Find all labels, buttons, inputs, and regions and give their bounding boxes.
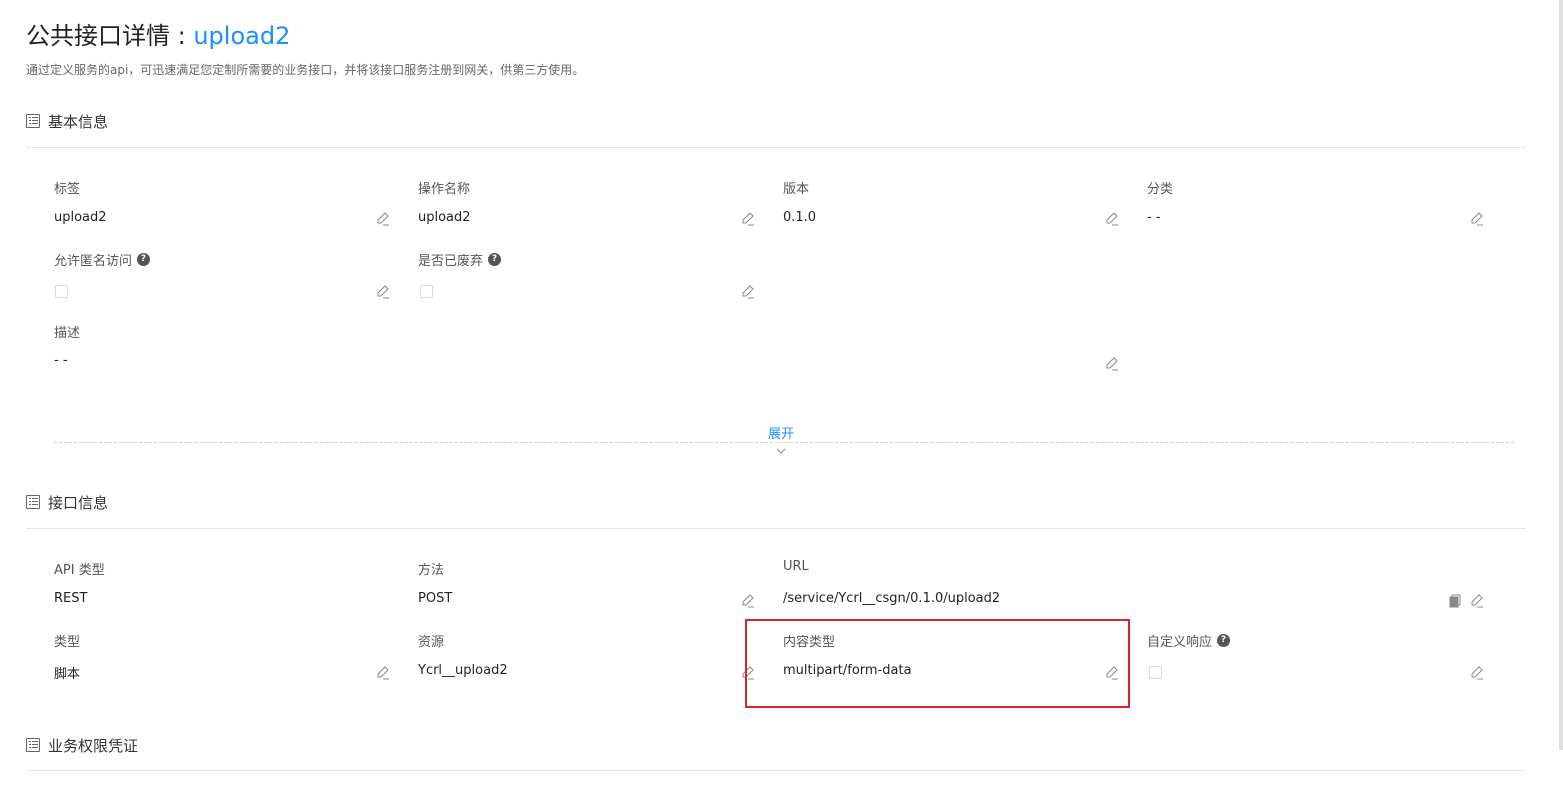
page-title-prefix: 公共接口详情 : xyxy=(26,22,194,50)
field-label-resource: 资源 xyxy=(418,635,445,650)
field-label-deprecated-text: 是否已废弃 xyxy=(418,254,484,269)
field-value-method: POST xyxy=(418,591,453,606)
question-circle-icon[interactable]: ? xyxy=(1217,634,1231,647)
divider xyxy=(26,770,1526,771)
field-label-url: URL xyxy=(783,559,809,574)
copy-icon[interactable] xyxy=(1449,594,1461,608)
section-interface-info-title: 接口信息 xyxy=(48,493,109,512)
pencil-edit-icon[interactable] xyxy=(1471,594,1483,608)
pencil-edit-icon[interactable] xyxy=(742,594,754,608)
field-label-version: 版本 xyxy=(783,182,810,197)
field-value-resource: Ycrl__upload2 xyxy=(418,663,508,678)
field-label-tag: 标签 xyxy=(54,182,81,197)
field-label-api-type: API 类型 xyxy=(54,563,105,578)
scrollbar[interactable] xyxy=(1559,0,1563,750)
pencil-edit-icon[interactable] xyxy=(1106,357,1118,371)
field-value-description: - - xyxy=(54,353,68,368)
section-interface-info: 接口信息 xyxy=(26,490,108,514)
pencil-edit-icon[interactable] xyxy=(1471,212,1483,226)
highlight-box xyxy=(745,619,1130,708)
field-value-api-type: REST xyxy=(54,591,88,606)
field-label-deprecated: 是否已废弃 ? xyxy=(418,250,502,269)
list-icon xyxy=(26,495,40,509)
field-label-description: 描述 xyxy=(54,326,81,341)
pencil-edit-icon[interactable] xyxy=(377,212,389,226)
custom-response-checkbox[interactable] xyxy=(1149,666,1162,679)
field-label-operation-name: 操作名称 xyxy=(418,182,471,197)
pencil-edit-icon[interactable] xyxy=(742,212,754,226)
pencil-edit-icon[interactable] xyxy=(742,285,754,299)
list-icon xyxy=(26,114,40,128)
field-label-category: 分类 xyxy=(1147,182,1174,197)
chevron-down-icon[interactable] xyxy=(776,440,786,454)
field-label-type: 类型 xyxy=(54,635,81,650)
field-value-operation-name: upload2 xyxy=(418,210,471,225)
divider xyxy=(26,147,1526,148)
page-subtitle: 通过定义服务的api，可迅速满足您定制所需要的业务接口，并将该接口服务注册到网关… xyxy=(26,63,585,77)
field-value-version: 0.1.0 xyxy=(783,210,817,225)
field-value-tag: upload2 xyxy=(54,210,107,225)
pencil-edit-icon[interactable] xyxy=(1106,212,1118,226)
field-label-method: 方法 xyxy=(418,563,445,578)
pencil-edit-icon[interactable] xyxy=(1471,666,1483,680)
pencil-edit-icon[interactable] xyxy=(377,666,389,680)
section-credentials-title: 业务权限凭证 xyxy=(48,736,139,755)
section-credentials: 业务权限凭证 xyxy=(26,733,138,757)
section-basic-info: 基本信息 xyxy=(26,109,108,133)
question-circle-icon[interactable]: ? xyxy=(488,253,502,266)
deprecated-checkbox[interactable] xyxy=(420,285,433,298)
list-icon xyxy=(26,738,40,752)
field-label-custom-response: 自定义响应 ? xyxy=(1147,631,1231,650)
page-title: 公共接口详情 : upload2 xyxy=(26,16,290,51)
field-label-allow-anonymous: 允许匿名访问 ? xyxy=(54,250,151,269)
field-value-url: /service/Ycrl__csgn/0.1.0/upload2 xyxy=(783,591,1001,606)
question-circle-icon[interactable]: ? xyxy=(137,253,151,266)
field-label-allow-anonymous-text: 允许匿名访问 xyxy=(54,254,133,269)
page-title-name: upload2 xyxy=(193,22,291,50)
pencil-edit-icon[interactable] xyxy=(377,285,389,299)
field-value-category: - - xyxy=(1147,210,1161,225)
field-value-type: 脚本 xyxy=(54,667,81,682)
divider xyxy=(26,528,1526,529)
allow-anonymous-checkbox[interactable] xyxy=(55,285,68,298)
field-label-custom-response-text: 自定义响应 xyxy=(1147,635,1213,650)
section-basic-info-title: 基本信息 xyxy=(48,112,109,131)
